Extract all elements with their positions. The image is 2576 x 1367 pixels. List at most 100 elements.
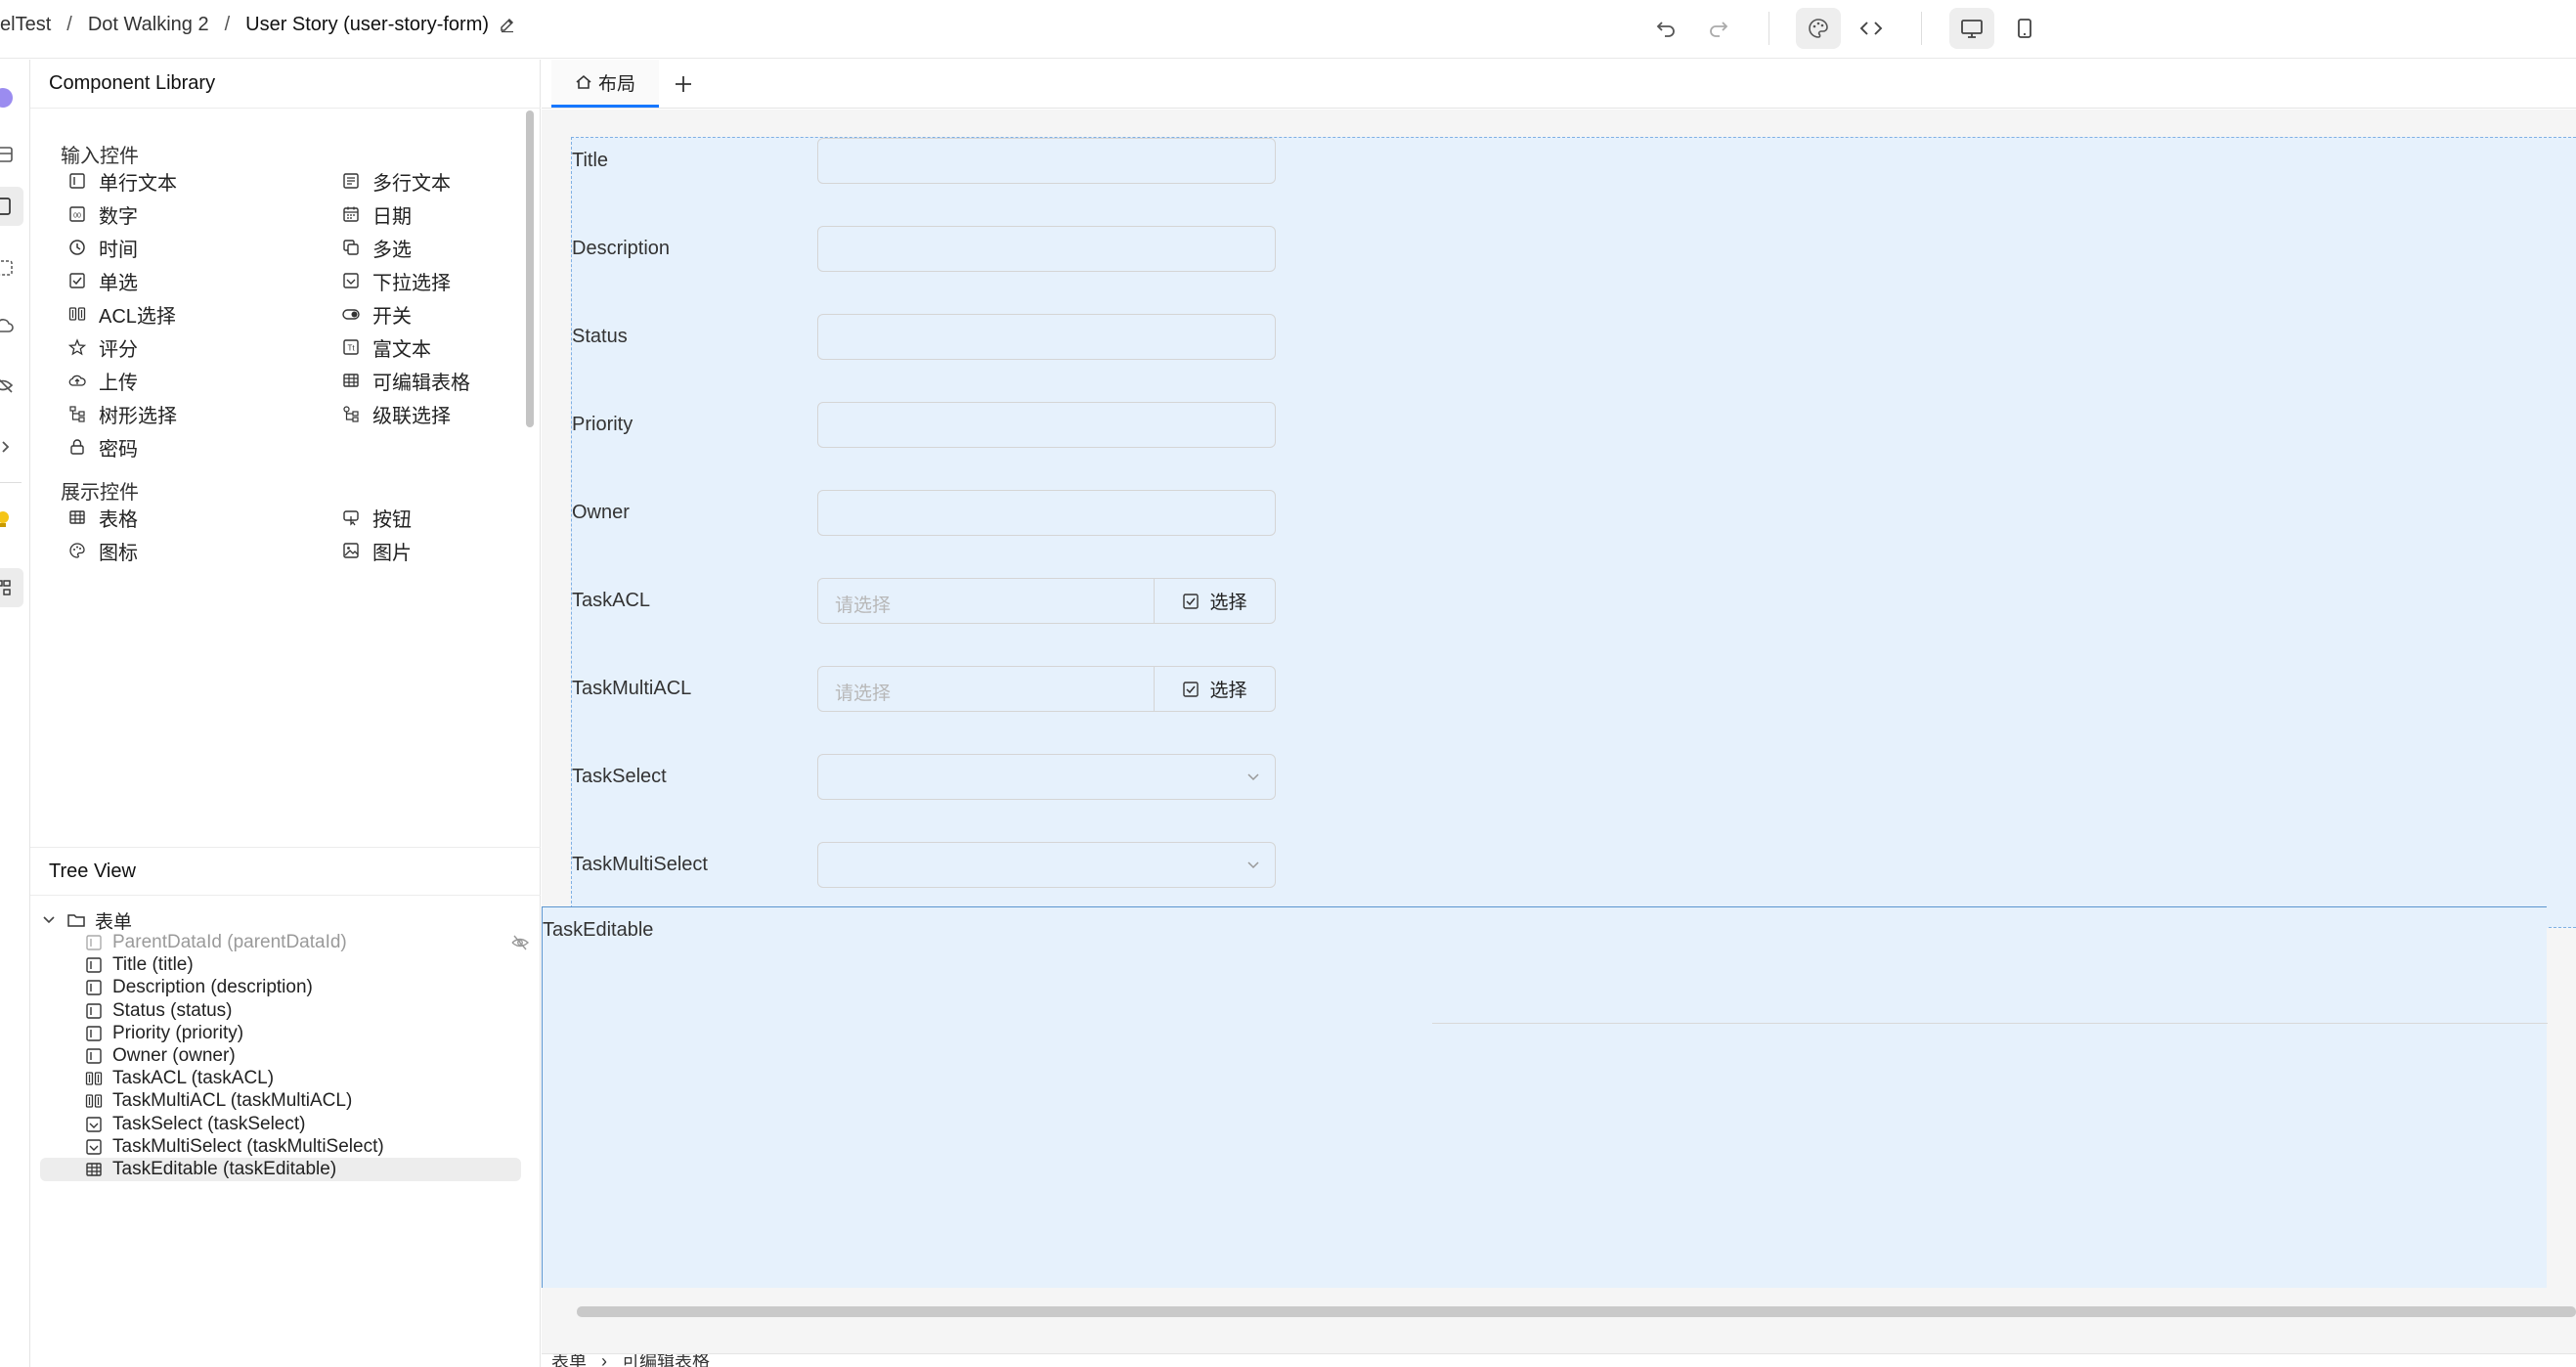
form-field-taskmultiselect[interactable]: TaskMultiSelect bbox=[572, 842, 1354, 891]
tree-root-label: 表单 bbox=[95, 911, 133, 933]
chevron-down-icon[interactable] bbox=[40, 911, 58, 929]
component-panel: Component Library 输入控件 单行文本 多行文本 00 数字 日期 时间多… bbox=[30, 60, 541, 1367]
tree-node[interactable]: Status (status) bbox=[85, 999, 233, 1023]
field-label: TaskSelect bbox=[572, 766, 667, 787]
component-item-label: 多选 bbox=[372, 239, 412, 261]
tree-node[interactable]: TaskSelect (taskSelect) bbox=[85, 1113, 305, 1136]
text-input[interactable] bbox=[817, 314, 1276, 360]
component-item[interactable]: 单行文本 bbox=[67, 164, 177, 198]
form-container[interactable]: Title Description Status Priority Owner TaskA… bbox=[571, 137, 2576, 928]
form-field-title[interactable]: Title bbox=[572, 138, 1354, 187]
component-item[interactable]: 日期 bbox=[341, 198, 412, 231]
upload-icon bbox=[67, 371, 87, 390]
component-item[interactable]: 表格 bbox=[67, 501, 138, 534]
component-item[interactable]: Tt 富文本 bbox=[341, 331, 431, 364]
avatar[interactable] bbox=[0, 87, 22, 109]
text-input[interactable] bbox=[817, 402, 1276, 448]
tree-node[interactable]: TaskACL (taskACL) bbox=[85, 1067, 274, 1090]
component-item-label: 日期 bbox=[372, 205, 412, 228]
tree-node[interactable]: ParentDataId (parentDataId) bbox=[85, 931, 530, 954]
select-field[interactable] bbox=[817, 842, 1276, 888]
tree-node[interactable]: TaskMultiACL (taskMultiACL) bbox=[85, 1089, 352, 1113]
undo-button[interactable] bbox=[1643, 8, 1688, 49]
component-item[interactable]: 可编辑表格 bbox=[341, 364, 470, 397]
form-field-taskacl[interactable]: TaskACL 请选择 选择 bbox=[572, 578, 1354, 627]
form-field-priority[interactable]: Priority bbox=[572, 402, 1354, 451]
layout-icon[interactable] bbox=[0, 257, 22, 279]
breadcrumb-app[interactable]: elTest bbox=[0, 14, 51, 36]
component-item[interactable]: 单选 bbox=[67, 264, 138, 297]
tree-node[interactable]: TaskMultiSelect (taskMultiSelect) bbox=[85, 1135, 384, 1159]
component-item[interactable]: 上传 bbox=[67, 364, 138, 397]
component-item[interactable]: 00 数字 bbox=[67, 198, 138, 231]
editable-table-field[interactable]: TaskEditable bbox=[542, 906, 2548, 1288]
component-item[interactable]: 密码 bbox=[67, 430, 138, 463]
home-icon bbox=[575, 73, 592, 91]
components-icon[interactable] bbox=[0, 187, 23, 226]
tree-node[interactable]: Description (description) bbox=[85, 976, 313, 999]
bulb-icon[interactable] bbox=[0, 509, 22, 531]
edit-name-icon[interactable] bbox=[499, 17, 516, 34]
status-path-root[interactable]: 表单 bbox=[551, 1354, 587, 1367]
tree-node[interactable]: Priority (priority) bbox=[85, 1022, 243, 1045]
star-icon bbox=[67, 337, 87, 357]
table-icon bbox=[67, 507, 87, 527]
breadcrumb-separator: / bbox=[66, 14, 72, 35]
component-item[interactable]: 开关 bbox=[341, 297, 412, 331]
tree-node-label: Owner (owner) bbox=[112, 1045, 236, 1066]
form-field-description[interactable]: Description bbox=[572, 226, 1354, 275]
eye-off-icon[interactable] bbox=[0, 375, 22, 396]
component-item[interactable]: 评分 bbox=[67, 331, 138, 364]
component-item[interactable]: 图片 bbox=[341, 534, 412, 567]
acl-input[interactable]: 请选择 bbox=[835, 591, 891, 617]
acl-select-button-label: 选择 bbox=[1209, 681, 1247, 701]
component-item[interactable]: 多选 bbox=[341, 231, 412, 264]
pages-icon[interactable] bbox=[0, 144, 22, 165]
tree-node[interactable]: Owner (owner) bbox=[85, 1044, 236, 1068]
tab-layout[interactable]: 布局 bbox=[551, 60, 659, 108]
component-item[interactable]: 树形选择 bbox=[67, 397, 177, 430]
desktop-view-button[interactable] bbox=[1949, 8, 1994, 49]
acl-icon bbox=[67, 304, 87, 324]
component-item[interactable]: 时间 bbox=[67, 231, 138, 264]
input-icon bbox=[85, 1047, 103, 1065]
tree-node[interactable]: TaskEditable (taskEditable) bbox=[40, 1158, 521, 1181]
number-icon: 00 bbox=[67, 204, 87, 224]
text-input[interactable] bbox=[817, 138, 1276, 184]
component-item[interactable]: ACL选择 bbox=[67, 297, 176, 331]
form-field-status[interactable]: Status bbox=[572, 314, 1354, 363]
redo-icon bbox=[1707, 17, 1730, 40]
cloud-icon[interactable] bbox=[0, 316, 22, 337]
component-item[interactable]: 按钮 bbox=[341, 501, 412, 534]
component-item[interactable]: 级联选择 bbox=[341, 397, 451, 430]
eye-off-icon[interactable] bbox=[510, 933, 530, 952]
form-field-taskmultiacl[interactable]: TaskMultiACL 请选择 选择 bbox=[572, 666, 1354, 715]
add-tab-button[interactable] bbox=[664, 67, 703, 101]
form-field-owner[interactable]: Owner bbox=[572, 490, 1354, 539]
acl-select-button[interactable]: 选择 bbox=[1154, 579, 1275, 623]
component-item[interactable]: 下拉选择 bbox=[341, 264, 451, 297]
canvas-horizontal-scrollbar[interactable] bbox=[577, 1306, 2576, 1317]
acl-select-button[interactable]: 选择 bbox=[1154, 667, 1275, 711]
tree-node[interactable]: Title (title) bbox=[85, 953, 194, 977]
form-field-taskselect[interactable]: TaskSelect bbox=[572, 754, 1354, 803]
text-input[interactable] bbox=[817, 490, 1276, 536]
mobile-view-button[interactable] bbox=[2002, 8, 2047, 49]
plus-icon bbox=[673, 73, 694, 95]
component-item[interactable]: 图标 bbox=[67, 534, 138, 567]
tree-structure-icon[interactable] bbox=[0, 568, 23, 607]
text-input[interactable] bbox=[817, 226, 1276, 272]
theme-button[interactable] bbox=[1796, 8, 1841, 49]
desktop-icon bbox=[1959, 17, 1985, 40]
select-field[interactable] bbox=[817, 754, 1276, 800]
component-item[interactable]: 多行文本 bbox=[341, 164, 451, 198]
component-library-scrollbar[interactable] bbox=[526, 110, 534, 427]
breadcrumb-module[interactable]: Dot Walking 2 bbox=[88, 14, 209, 36]
input-icon bbox=[85, 1002, 103, 1020]
redo-button[interactable] bbox=[1696, 8, 1741, 49]
code-button[interactable] bbox=[1849, 8, 1894, 49]
toolbar-divider bbox=[1921, 12, 1922, 45]
chevron-right-icon[interactable] bbox=[0, 436, 22, 458]
acl-input[interactable]: 请选择 bbox=[835, 679, 891, 705]
folder-icon bbox=[67, 911, 85, 929]
